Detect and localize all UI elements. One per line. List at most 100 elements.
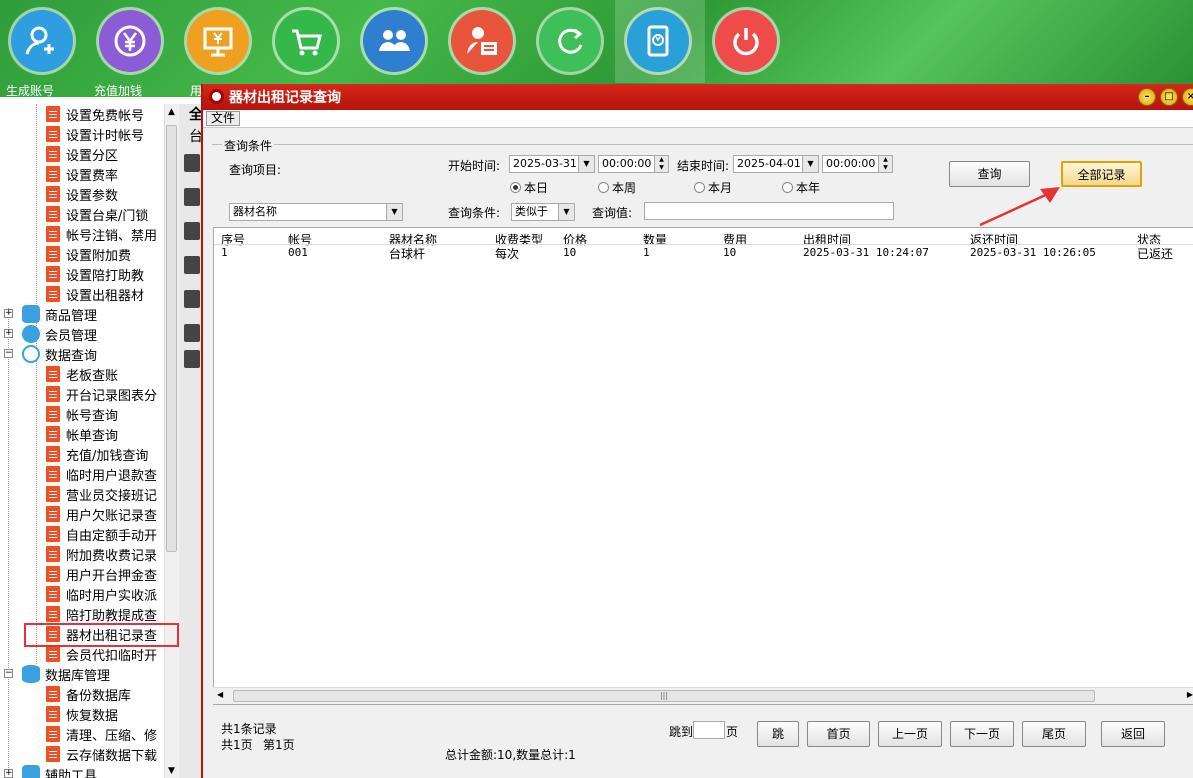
scroll-up-icon[interactable]: ▲ <box>168 107 175 117</box>
tree-item[interactable]: 设置分区 <box>46 144 118 164</box>
end-date-picker[interactable]: 2025-04-01 ▼ <box>733 155 819 173</box>
jump-page-input[interactable] <box>693 721 725 739</box>
tree-item[interactable]: 设置费率 <box>46 164 118 184</box>
tree-item[interactable]: 开台记录图表分 <box>46 384 157 404</box>
tree-item[interactable]: 老板查账 <box>46 364 118 384</box>
tree-item[interactable]: 自由定额手动开 <box>46 524 157 544</box>
tree-item[interactable]: 设置免费帐号 <box>46 104 144 124</box>
toolbar-members[interactable] <box>358 10 430 95</box>
hscroll-thumb[interactable]: ||| <box>233 690 1095 702</box>
records-table[interactable]: 序号 帐号 器材名称 收费类型 价格 数量 费用 出租时间 返还时间 状态 1 … <box>213 227 1193 705</box>
radio-month[interactable]: 本月 <box>694 179 732 196</box>
chevron-down-icon[interactable]: ▼ <box>558 204 574 220</box>
start-date-picker[interactable]: 2025-03-31 ▼ <box>509 155 595 173</box>
start-time-label: 开始时间: <box>448 159 501 173</box>
expand-icon[interactable]: + <box>4 769 13 778</box>
sidebar-scroll-thumb[interactable] <box>166 125 177 552</box>
cell-index: 1 <box>221 246 228 259</box>
sidebar-tree[interactable]: 设置免费帐号 设置计时帐号 设置分区 设置费率 设置参数 设置台桌/门锁 帐号注… <box>0 104 179 778</box>
last-page-button[interactable]: 尾页 <box>1022 721 1086 747</box>
expand-icon[interactable]: + <box>4 329 13 338</box>
tree-item[interactable]: 设置陪打助教 <box>46 264 144 284</box>
document-icon <box>46 206 60 222</box>
minimize-icon[interactable]: – <box>1138 88 1156 106</box>
tree-item[interactable]: 设置附加费 <box>46 244 131 264</box>
chevron-down-icon[interactable]: ▼ <box>386 204 402 220</box>
tree-item[interactable]: 附加费收费记录 <box>46 544 157 564</box>
toolbar-recharge[interactable]: 充值加钱 <box>94 10 166 98</box>
tree-category-query[interactable]: 数据查询 <box>22 344 97 364</box>
first-page-button[interactable]: 首页 <box>807 721 870 747</box>
scroll-right-icon[interactable]: ▶ <box>1187 690 1193 699</box>
tree-item[interactable]: 清理、压缩、修 <box>46 724 157 744</box>
document-icon <box>46 686 60 702</box>
start-time-field[interactable]: 00:00:00 ▲ ▼ <box>598 155 669 173</box>
close-icon[interactable]: × <box>1182 88 1193 106</box>
radio-today[interactable]: 本日 <box>510 179 548 196</box>
tree-item[interactable]: 充值/加钱查询 <box>46 444 148 464</box>
table-hscrollbar[interactable]: ◀ ||| ▶ <box>213 687 1193 704</box>
chart-icon <box>22 345 40 363</box>
scroll-left-icon[interactable]: ◀ <box>217 690 223 699</box>
query-item-select[interactable]: 器材名称 ▼ <box>229 203 403 221</box>
tree-item[interactable]: 临时用户退款查 <box>46 464 157 484</box>
tree-item[interactable]: 用户欠账记录查 <box>46 504 157 524</box>
app-icon <box>209 89 224 104</box>
tree-item[interactable]: 陪打助教提成查 <box>46 604 157 624</box>
back-button[interactable]: 返回 <box>1101 721 1165 747</box>
window-titlebar[interactable]: 器材出租记录查询 – □ × <box>203 84 1193 110</box>
tree-item[interactable]: 备份数据库 <box>46 684 131 704</box>
tree-item[interactable]: 云存储数据下载 <box>46 744 157 764</box>
jump-button[interactable]: 跳 <box>757 721 799 747</box>
tree-category-tools[interactable]: 辅助工具 <box>22 764 97 778</box>
tree-category-db[interactable]: 数据库管理 <box>22 664 110 684</box>
radio-week[interactable]: 本周 <box>598 179 636 196</box>
next-page-button[interactable]: 下一页 <box>950 721 1014 747</box>
tree-item-label: 设置分区 <box>66 148 119 164</box>
tree-item[interactable]: 恢复数据 <box>46 704 118 724</box>
toolbar-member-card[interactable] <box>446 10 518 95</box>
tree-item[interactable]: 设置台桌/门锁 <box>46 204 148 224</box>
end-time-value: 00:00:00 <box>826 157 876 170</box>
expand-icon[interactable]: + <box>4 309 13 318</box>
tree-item[interactable]: 用户开台押金查 <box>46 564 157 584</box>
maximize-icon[interactable]: □ <box>1160 88 1178 106</box>
end-time-field[interactable]: 00:00:00 ▲ ▼ <box>822 155 893 173</box>
toolbar-mobile-pay[interactable] <box>622 10 694 95</box>
collapse-icon[interactable]: − <box>4 349 13 358</box>
tree-category-members[interactable]: 会员管理 <box>22 324 97 344</box>
tools-icon <box>22 765 40 778</box>
condition-label: 查询条件: <box>448 206 501 220</box>
tree-item[interactable]: 设置参数 <box>46 184 118 204</box>
tree-item[interactable]: 会员代扣临时开 <box>46 644 157 664</box>
toolbar-power[interactable] <box>710 10 782 95</box>
toolbar-goods[interactable] <box>270 10 342 95</box>
tree-item[interactable]: 帐号注销、禁用 <box>46 224 157 244</box>
radio-dot <box>782 182 793 193</box>
toolbar-generate-account[interactable]: 生成账号 <box>6 10 78 98</box>
tree-category-goods[interactable]: 商品管理 <box>22 304 97 324</box>
prev-page-button[interactable]: 上一页 <box>878 721 942 747</box>
condition-select[interactable]: 类似于 ▼ <box>511 203 575 221</box>
tree-item[interactable]: 设置出租器材 <box>46 284 144 304</box>
menu-file[interactable]: 文件 <box>206 111 241 126</box>
monitor-icon <box>187 10 249 72</box>
toolbar-refresh[interactable] <box>534 10 606 95</box>
tree-item[interactable]: 营业员交接班记 <box>46 484 157 504</box>
chevron-down-icon[interactable]: ▼ <box>578 156 594 172</box>
toolbar-user[interactable]: 用 <box>182 10 254 98</box>
collapse-icon[interactable]: − <box>4 669 13 678</box>
tree-item[interactable]: 帐单查询 <box>46 424 118 444</box>
query-value-input[interactable] <box>644 202 894 220</box>
spinner-icon[interactable]: ▲ ▼ <box>654 156 668 172</box>
tree-item[interactable]: 临时用户实收派 <box>46 584 157 604</box>
scroll-down-icon[interactable]: ▼ <box>168 766 175 776</box>
chevron-down-icon[interactable]: ▼ <box>802 156 818 172</box>
tree-item[interactable]: 设置计时帐号 <box>46 124 144 144</box>
radio-year[interactable]: 本年 <box>782 179 820 196</box>
tree-item-label: 用户欠账记录查 <box>66 508 158 524</box>
table-block-icon <box>184 256 200 274</box>
spinner-icon[interactable]: ▲ ▼ <box>878 156 892 172</box>
tree-item[interactable]: 帐号查询 <box>46 404 118 424</box>
cell-account: 001 <box>288 246 308 259</box>
